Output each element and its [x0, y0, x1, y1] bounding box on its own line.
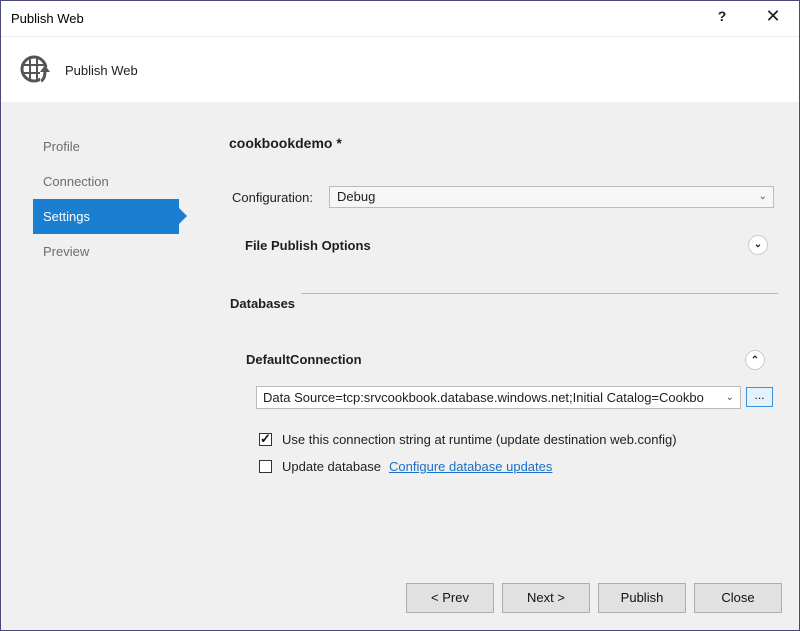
update-database-row: Update database Configure database updat… [259, 459, 552, 474]
chevron-down-icon: ⌄ [758, 191, 767, 202]
default-connection-heading: DefaultConnection [246, 352, 362, 367]
publish-button[interactable]: Publish [598, 583, 686, 613]
nav-item-label: Profile [43, 139, 80, 154]
nav-item-connection[interactable]: Connection [33, 164, 193, 199]
publish-web-dialog: Publish Web ? ✕ Publish Web Profile Conn… [0, 0, 800, 631]
configuration-label: Configuration: [232, 190, 313, 205]
title-bar: Publish Web ? ✕ [1, 1, 799, 36]
chevron-down-icon: ⌄ [753, 239, 763, 250]
use-connection-row: Use this connection string at runtime (u… [259, 431, 677, 447]
configure-database-updates-link[interactable]: Configure database updates [389, 459, 552, 474]
globe-publish-icon [20, 55, 51, 83]
dialog-header: Publish Web [1, 36, 799, 102]
nav-item-label: Preview [43, 244, 90, 259]
next-button[interactable]: Next > [502, 583, 590, 613]
nav-item-settings[interactable]: Settings [33, 199, 187, 234]
configuration-select[interactable]: Debug ⌄ [329, 186, 774, 208]
prev-button[interactable]: < Prev [406, 583, 494, 613]
wizard-nav: Profile Connection Settings Preview [33, 129, 193, 269]
configuration-value: Debug [337, 189, 376, 204]
window-title: Publish Web [11, 11, 84, 26]
connection-string-combobox[interactable]: Data Source=tcp:srvcookbook.database.win… [256, 386, 741, 409]
use-connection-checkbox[interactable] [259, 431, 272, 447]
connection-string-value: Data Source=tcp:srvcookbook.database.win… [263, 390, 704, 405]
chevron-down-icon: ⌄ [725, 387, 734, 408]
collapse-default-connection-button[interactable]: ⌃ [745, 350, 765, 370]
expand-file-publish-options-button[interactable]: ⌄ [748, 235, 768, 255]
databases-heading: Databases [230, 296, 296, 311]
close-window-button[interactable]: ✕ [759, 6, 787, 30]
header-title: Publish Web [65, 63, 138, 78]
update-database-label: Update database [282, 459, 382, 474]
nav-item-label: Connection [43, 174, 109, 189]
section-divider [301, 293, 778, 294]
close-button[interactable]: Close [694, 583, 782, 613]
profile-name: cookbookdemo * [229, 135, 342, 151]
help-button[interactable]: ? [714, 8, 730, 28]
browse-connection-button[interactable]: ... [746, 387, 773, 407]
file-publish-options-heading: File Publish Options [245, 238, 371, 253]
use-connection-label: Use this connection string at runtime (u… [282, 432, 677, 447]
chevron-up-icon: ⌃ [750, 355, 760, 366]
nav-item-profile[interactable]: Profile [33, 129, 193, 164]
nav-item-label: Settings [43, 209, 90, 224]
update-database-checkbox[interactable] [259, 460, 272, 473]
nav-item-preview[interactable]: Preview [33, 234, 193, 269]
